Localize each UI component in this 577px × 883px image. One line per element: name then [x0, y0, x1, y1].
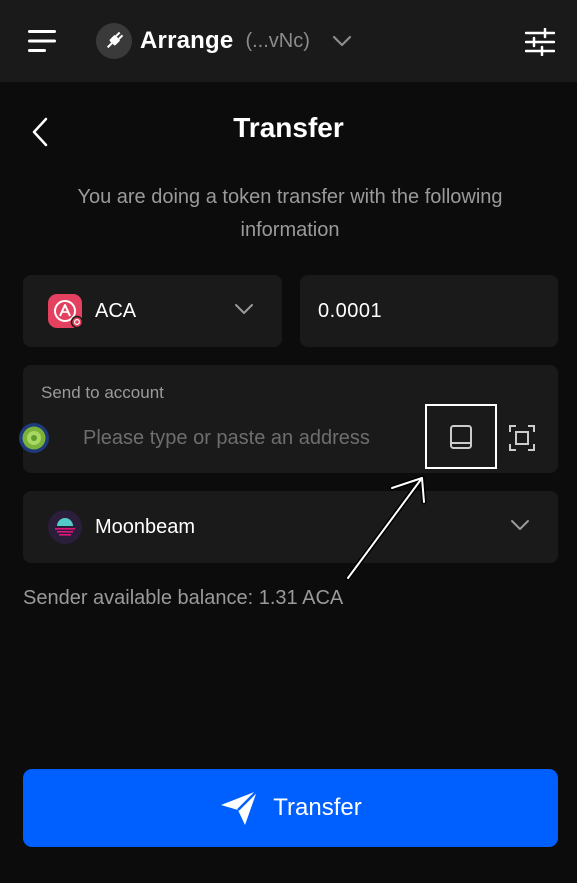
chevron-down-icon [332, 35, 351, 47]
amount-value: 0.0001 [318, 299, 383, 322]
account-selector[interactable]: Arrange (...vNc) [96, 23, 352, 59]
transfer-button-label: Transfer [273, 794, 362, 821]
moonbeam-logo-icon [48, 510, 82, 544]
address-input[interactable] [83, 422, 413, 454]
chevron-down-icon [235, 304, 253, 314]
acala-token-icon [48, 294, 82, 328]
token-selector[interactable]: ACA [23, 275, 282, 347]
plug-icon [106, 31, 124, 49]
identicon-icon [19, 423, 49, 453]
app-header: Arrange (...vNc) [0, 0, 577, 82]
paper-plane-icon [221, 790, 259, 825]
token-name: ACA [95, 299, 137, 322]
recipient-label: Send to account [41, 383, 164, 402]
account-address: (...vNc) [245, 29, 310, 52]
account-name: Arrange [140, 27, 234, 54]
page-description: You are doing a token transfer with the … [77, 186, 503, 241]
hamburger-menu-icon[interactable] [28, 28, 56, 54]
chain-selector[interactable]: Moonbeam [23, 491, 558, 563]
chevron-down-icon [511, 520, 529, 530]
account-avatar [96, 23, 132, 59]
scan-qr-icon[interactable] [508, 424, 536, 452]
amount-input[interactable]: 0.0001 [300, 275, 558, 347]
book-icon [450, 424, 472, 449]
page-title: Transfer [233, 112, 344, 143]
sender-balance: Sender available balance: 1.31 ACA [23, 587, 344, 609]
chain-name: Moonbeam [95, 515, 196, 538]
annotation-arrow-icon [345, 475, 427, 581]
sliders-icon[interactable] [525, 28, 555, 56]
transfer-button[interactable]: Transfer [23, 769, 558, 847]
address-book-button[interactable] [425, 404, 497, 469]
